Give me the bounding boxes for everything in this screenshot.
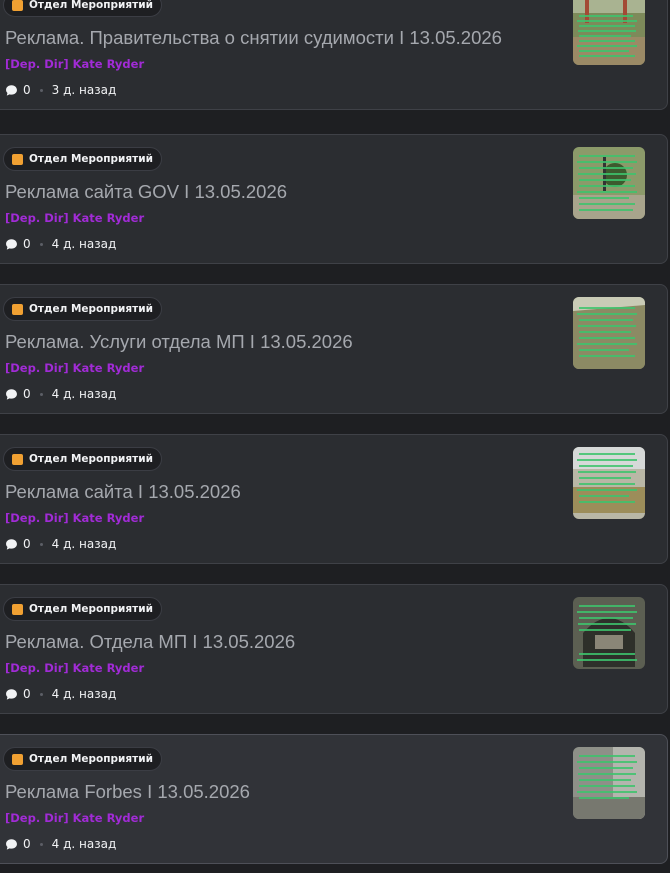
post-title[interactable]: Реклама. Отдела МП I 13.05.2026	[5, 631, 295, 653]
speech-bubble-icon	[6, 538, 17, 550]
separator-dot	[39, 542, 43, 546]
post-title[interactable]: Реклама сайта I 13.05.2026	[5, 481, 241, 503]
tag-badge[interactable]: Отдел Мероприятий	[3, 447, 162, 471]
post-time: 4 д. назад	[51, 837, 117, 851]
post-author[interactable]: [Dep. Dir] Kate Ryder	[5, 811, 144, 825]
post-meta: 0 4 д. назад	[5, 236, 116, 252]
post-meta: 0 4 д. назад	[5, 686, 116, 702]
comment-count: 0	[23, 83, 31, 97]
tag-square-icon	[12, 753, 23, 765]
tag-square-icon	[12, 453, 23, 465]
post-card[interactable]: Отдел Мероприятий Реклама. Услуги отдела…	[0, 284, 668, 414]
post-title[interactable]: Реклама сайта GOV I 13.05.2026	[5, 181, 287, 203]
tag-label: Отдел Мероприятий	[29, 303, 153, 315]
speech-bubble-icon	[6, 84, 17, 96]
thumbnail-image	[573, 447, 645, 519]
post-card[interactable]: Отдел Мероприятий Реклама. Отдела МП I 1…	[0, 584, 668, 714]
comment-count: 0	[23, 537, 31, 551]
tag-square-icon	[12, 603, 23, 615]
post-author[interactable]: [Dep. Dir] Kate Ryder	[5, 211, 144, 225]
tag-label: Отдел Мероприятий	[29, 0, 153, 11]
separator-dot	[39, 692, 43, 696]
post-author[interactable]: [Dep. Dir] Kate Ryder	[5, 57, 144, 71]
separator-dot	[39, 242, 43, 246]
post-title[interactable]: Реклама Forbes I 13.05.2026	[5, 781, 250, 803]
thumbnail-image	[573, 147, 645, 219]
tag-label: Отдел Мероприятий	[29, 753, 153, 765]
post-thumbnail[interactable]	[573, 447, 645, 519]
comment-count: 0	[23, 237, 31, 251]
separator-dot	[39, 842, 43, 846]
post-time: 4 д. назад	[51, 537, 117, 551]
speech-bubble-icon	[6, 688, 17, 700]
post-meta: 0 4 д. назад	[5, 836, 116, 852]
post-meta: 0 4 д. назад	[5, 536, 116, 552]
post-time: 4 д. назад	[51, 237, 117, 251]
post-card[interactable]: Отдел Мероприятий Реклама сайта GOV I 13…	[0, 134, 668, 264]
post-thumbnail[interactable]	[573, 597, 645, 669]
speech-bubble-icon	[6, 388, 17, 400]
tag-label: Отдел Мероприятий	[29, 453, 153, 465]
post-card[interactable]: Отдел Мероприятий Реклама Forbes I 13.05…	[0, 734, 668, 864]
post-card[interactable]: Отдел Мероприятий Реклама. Правительства…	[0, 0, 668, 110]
thumbnail-image	[573, 747, 645, 819]
thumbnail-image	[573, 597, 645, 669]
comment-count: 0	[23, 387, 31, 401]
tag-badge[interactable]: Отдел Мероприятий	[3, 147, 162, 171]
post-thumbnail[interactable]	[573, 747, 645, 819]
separator-dot	[39, 392, 43, 396]
post-author[interactable]: [Dep. Dir] Kate Ryder	[5, 661, 144, 675]
comment-count: 0	[23, 837, 31, 851]
post-card[interactable]: Отдел Мероприятий Реклама сайта I 13.05.…	[0, 434, 668, 564]
tag-square-icon	[12, 0, 23, 11]
post-author[interactable]: [Dep. Dir] Kate Ryder	[5, 361, 144, 375]
post-time: 3 д. назад	[51, 83, 117, 97]
post-thumbnail[interactable]	[573, 0, 645, 65]
post-author[interactable]: [Dep. Dir] Kate Ryder	[5, 511, 144, 525]
post-time: 4 д. назад	[51, 687, 117, 701]
tag-badge[interactable]: Отдел Мероприятий	[3, 297, 162, 321]
thumbnail-image	[573, 0, 645, 65]
separator-dot	[39, 88, 43, 92]
tag-square-icon	[12, 153, 23, 165]
tag-square-icon	[12, 303, 23, 315]
comment-count: 0	[23, 687, 31, 701]
post-thumbnail[interactable]	[573, 297, 645, 369]
tag-badge[interactable]: Отдел Мероприятий	[3, 747, 162, 771]
tag-label: Отдел Мероприятий	[29, 153, 153, 165]
post-meta: 0 4 д. назад	[5, 386, 116, 402]
speech-bubble-icon	[6, 238, 17, 250]
post-title[interactable]: Реклама. Услуги отдела МП I 13.05.2026	[5, 331, 353, 353]
post-time: 4 д. назад	[51, 387, 117, 401]
tag-label: Отдел Мероприятий	[29, 603, 153, 615]
post-title[interactable]: Реклама. Правительства о снятии судимост…	[5, 27, 502, 49]
speech-bubble-icon	[6, 838, 17, 850]
thumbnail-image	[573, 297, 645, 369]
post-thumbnail[interactable]	[573, 147, 645, 219]
tag-badge[interactable]: Отдел Мероприятий	[3, 597, 162, 621]
tag-badge[interactable]: Отдел Мероприятий	[3, 0, 162, 17]
post-meta: 0 3 д. назад	[5, 82, 116, 98]
